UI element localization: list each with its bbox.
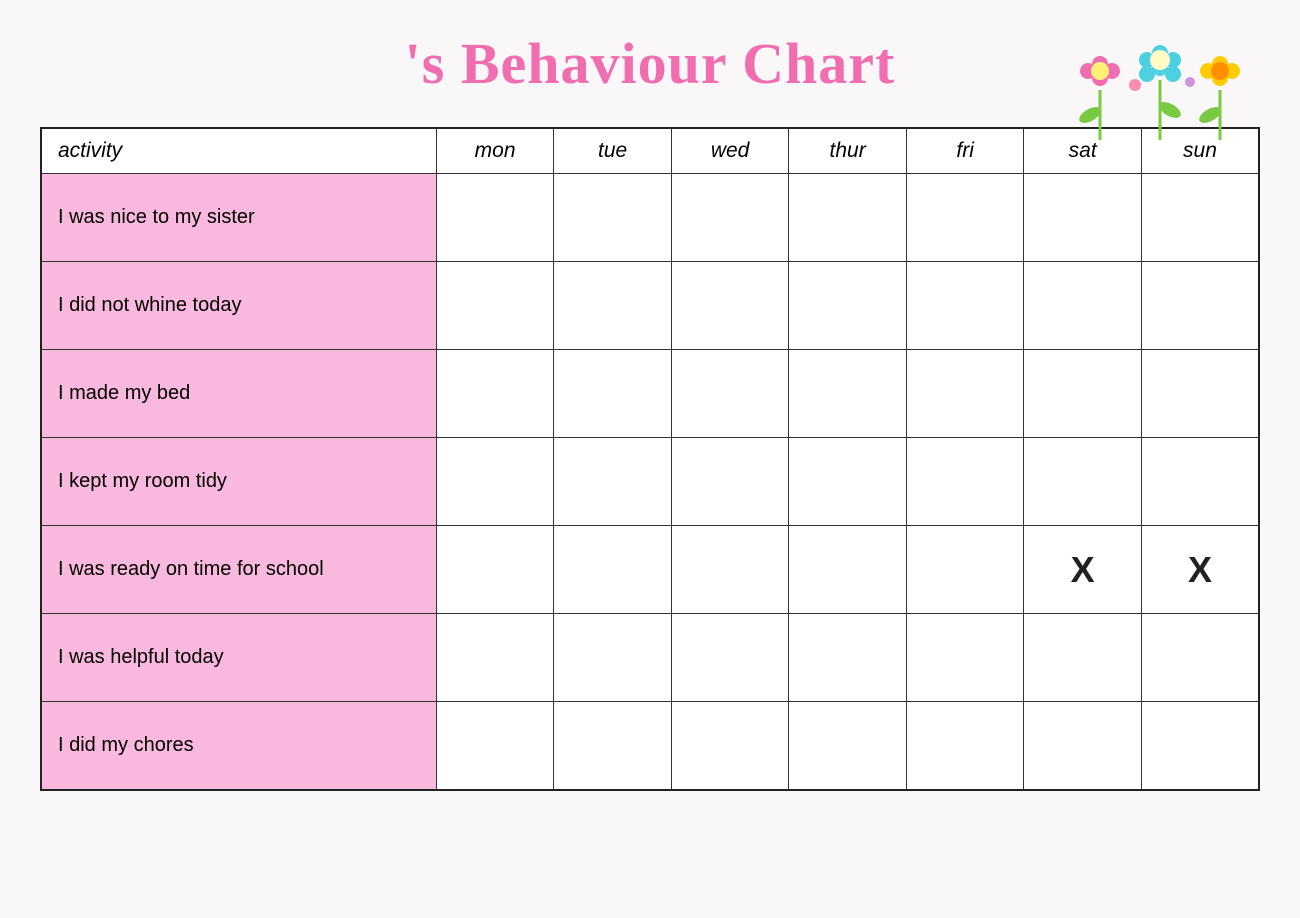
day-cell[interactable] xyxy=(436,614,554,702)
table-row: I was helpful today xyxy=(41,614,1259,702)
day-cell[interactable] xyxy=(1141,702,1259,790)
day-cell[interactable] xyxy=(554,350,672,438)
day-cell[interactable] xyxy=(554,526,672,614)
table-row: I did not whine today xyxy=(41,262,1259,350)
day-cell[interactable] xyxy=(1024,350,1142,438)
activity-cell: I was helpful today xyxy=(41,614,436,702)
day-cell[interactable] xyxy=(789,262,907,350)
day-cell[interactable] xyxy=(554,174,672,262)
day-cell[interactable] xyxy=(1024,174,1142,262)
col-header-thur: thur xyxy=(789,128,907,174)
col-header-activity: activity xyxy=(41,128,436,174)
day-cell[interactable] xyxy=(436,350,554,438)
day-cell[interactable] xyxy=(671,702,789,790)
day-cell[interactable]: X xyxy=(1024,526,1142,614)
day-cell[interactable] xyxy=(671,526,789,614)
day-cell[interactable] xyxy=(789,702,907,790)
flower-decoration xyxy=(1060,20,1260,150)
day-cell[interactable] xyxy=(1141,262,1259,350)
day-cell[interactable] xyxy=(1141,350,1259,438)
day-cell[interactable] xyxy=(1141,438,1259,526)
activity-cell: I did not whine today xyxy=(41,262,436,350)
activity-cell: I was nice to my sister xyxy=(41,174,436,262)
page: 's Behaviour Chart xyxy=(20,0,1280,811)
day-cell[interactable] xyxy=(671,174,789,262)
day-cell[interactable] xyxy=(1141,174,1259,262)
col-header-tue: tue xyxy=(554,128,672,174)
day-cell[interactable] xyxy=(789,614,907,702)
table-row: I was nice to my sister xyxy=(41,174,1259,262)
behaviour-table: activity mon tue wed thur fri sat sun I … xyxy=(40,127,1260,791)
activity-cell: I made my bed xyxy=(41,350,436,438)
col-header-wed: wed xyxy=(671,128,789,174)
col-header-fri: fri xyxy=(906,128,1024,174)
day-cell[interactable] xyxy=(789,438,907,526)
day-cell[interactable] xyxy=(789,350,907,438)
day-cell[interactable] xyxy=(554,262,672,350)
day-cell[interactable] xyxy=(554,614,672,702)
day-cell[interactable] xyxy=(906,702,1024,790)
day-cell[interactable] xyxy=(671,262,789,350)
day-cell[interactable] xyxy=(906,438,1024,526)
day-cell[interactable] xyxy=(1024,438,1142,526)
table-row: I made my bed xyxy=(41,350,1259,438)
day-cell[interactable] xyxy=(436,438,554,526)
day-cell[interactable] xyxy=(1024,614,1142,702)
table-row: I was ready on time for school XX xyxy=(41,526,1259,614)
activity-cell: I kept my room tidy xyxy=(41,438,436,526)
day-cell[interactable] xyxy=(1024,262,1142,350)
day-cell[interactable] xyxy=(554,438,672,526)
day-cell[interactable] xyxy=(554,702,672,790)
table-row: I did my chores xyxy=(41,702,1259,790)
day-cell[interactable] xyxy=(1141,614,1259,702)
day-cell[interactable] xyxy=(671,614,789,702)
table-row: I kept my room tidy xyxy=(41,438,1259,526)
day-cell[interactable] xyxy=(436,526,554,614)
day-cell[interactable] xyxy=(436,702,554,790)
day-cell[interactable] xyxy=(436,262,554,350)
day-cell[interactable]: X xyxy=(1141,526,1259,614)
header: 's Behaviour Chart xyxy=(40,30,1260,97)
day-cell[interactable] xyxy=(671,438,789,526)
day-cell[interactable] xyxy=(906,526,1024,614)
activity-cell: I was ready on time for school xyxy=(41,526,436,614)
day-cell[interactable] xyxy=(906,350,1024,438)
col-header-mon: mon xyxy=(436,128,554,174)
day-cell[interactable] xyxy=(671,350,789,438)
day-cell[interactable] xyxy=(906,262,1024,350)
day-cell[interactable] xyxy=(906,174,1024,262)
day-cell[interactable] xyxy=(906,614,1024,702)
day-cell[interactable] xyxy=(789,174,907,262)
day-cell[interactable] xyxy=(789,526,907,614)
day-cell[interactable] xyxy=(436,174,554,262)
page-title: 's Behaviour Chart xyxy=(405,30,896,97)
activity-cell: I did my chores xyxy=(41,702,436,790)
day-cell[interactable] xyxy=(1024,702,1142,790)
